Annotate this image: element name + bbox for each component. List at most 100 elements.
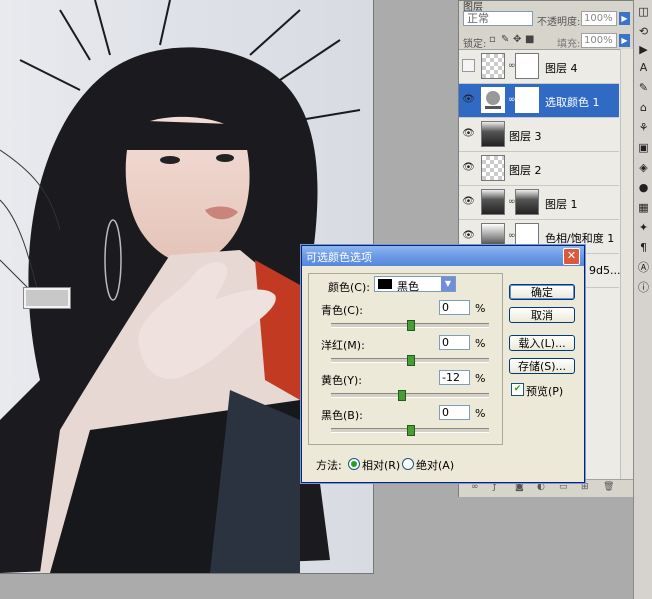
cyan-slider-thumb[interactable] [407,320,415,331]
dialog-titlebar[interactable]: 可选颜色选项 ✕ [302,246,584,266]
lock-position-icon[interactable]: ✥ [513,34,521,45]
opacity-input[interactable]: 100% [581,11,617,26]
layer-mask-thumbnail[interactable] [515,87,539,113]
magenta-input[interactable]: 0 [439,335,470,350]
load-button[interactable]: 载入(L)... [509,335,575,351]
opacity-label: 不透明度: [537,17,581,28]
link-layers-icon[interactable]: ∞ [471,482,479,492]
yellow-input[interactable]: -12 [439,370,470,385]
panel-dock: ◫ ⟲ ▶ A ✎ ⌂ ⚘ ▣ ◈ ● ▦ ✦ ¶ Ⓐ ⓘ [633,0,652,599]
new-layer-icon[interactable]: ⊞ [581,482,589,492]
styles-icon[interactable]: ✦ [636,220,651,235]
trash-icon[interactable]: 🗑 [603,482,614,492]
preview-label: 预览(P) [526,385,564,398]
info-icon[interactable]: ⓘ [636,280,651,295]
lock-image-icon[interactable]: ✎ [501,34,509,45]
history-icon[interactable]: ◫ [636,4,651,19]
black-input[interactable]: 0 [439,405,470,420]
relative-label: 相对(R) [362,459,401,472]
character-icon[interactable]: Ⓐ [636,260,651,275]
black-slider-thumb[interactable] [407,425,415,436]
magenta-label: 洋红(M): [321,339,365,352]
fill-label: 填充: [557,39,581,50]
magenta-slider-track[interactable] [331,355,489,366]
layer-name: 9d5... [589,264,621,277]
lock-label: 锁定: [463,39,487,50]
actions-icon[interactable]: ▶ [636,42,651,57]
fill-arrow-icon[interactable]: ▶ [619,34,630,47]
eye-icon[interactable]: 👁 [462,161,475,174]
layer-name: 图层 2 [509,164,542,177]
save-button[interactable]: 存储(S)... [509,358,575,374]
new-adjustment-icon[interactable]: ◐ [537,482,545,492]
visibility-toggle[interactable] [462,59,475,72]
layer-row[interactable]: ∞ 图层 4 [459,50,619,84]
black-unit: % [475,407,486,420]
magenta-unit: % [475,337,486,350]
layer-mask-thumbnail[interactable] [515,53,539,79]
fill-input[interactable]: 100% [581,33,617,48]
cyan-unit: % [475,302,486,315]
layer-name: 图层 1 [545,198,578,211]
layer-thumbnail [481,121,505,147]
layer-thumbnail [481,53,505,79]
yellow-unit: % [475,372,486,385]
relative-radio[interactable] [348,458,360,470]
clone-icon[interactable]: ⚘ [636,120,651,135]
adjustment-thumbnail [481,87,505,113]
paths-icon[interactable]: ⟲ [636,24,651,39]
method-label: 方法: [316,459,342,472]
black-label: 黑色(B): [321,409,363,422]
layer-comps-icon[interactable]: ▣ [636,140,651,155]
layer-name: 图层 3 [509,130,542,143]
paragraph-icon[interactable]: ¶ [636,240,651,255]
layers-panel-header: 图层 正常 不透明度: 100% ▶ 锁定: ▫ ✎ ✥ ■ 填充: 100% … [459,1,633,50]
absolute-radio[interactable] [402,458,414,470]
absolute-label: 绝对(A) [416,459,455,472]
layer-thumbnail [481,155,505,181]
eye-icon[interactable]: 👁 [462,195,475,208]
layer-name: 图层 4 [545,62,578,75]
layer-name: 色相/饱和度 1 [545,232,615,245]
yellow-slider-track[interactable] [331,390,489,401]
layer-style-icon[interactable]: ƒ [493,482,496,492]
layer-row[interactable]: 👁 ∞ 图层 1 [459,186,619,220]
eye-icon[interactable]: 👁 [462,93,475,106]
sliders-group: 青色(C): 0 % 洋红(M): 0 % 黄色(Y): -12 % 黑色(B)… [308,273,503,445]
layer-mask-thumbnail[interactable] [515,189,539,215]
layer-thumbnail [481,189,505,215]
blend-mode-select[interactable]: 正常 [463,11,533,26]
layer-row[interactable]: 👁 图层 2 [459,152,619,186]
tool-presets-icon[interactable]: ⌂ [636,100,651,115]
cyan-input[interactable]: 0 [439,300,470,315]
cyan-slider-track[interactable] [331,320,489,331]
selective-color-dialog: 可选颜色选项 ✕ 颜色(C): 黑色 ▼ 青色(C): 0 % 洋红(M): 0… [301,245,585,483]
lock-transparency-icon[interactable]: ▫ [489,34,496,45]
layers-scrollbar[interactable] [620,49,633,479]
preview-checkbox[interactable]: ✔ [511,383,524,396]
channels-icon[interactable]: ● [636,180,651,195]
layer-name: 选取颜色 1 [545,96,600,109]
add-mask-icon[interactable]: ◙ [515,482,524,492]
eye-icon[interactable]: 👁 [462,229,475,242]
eye-icon[interactable]: 👁 [462,127,475,140]
black-slider-track[interactable] [331,425,489,436]
opacity-arrow-icon[interactable]: ▶ [619,12,630,25]
cancel-button[interactable]: 取消 [509,307,575,323]
cyan-label: 青色(C): [321,304,363,317]
layer-row-selected[interactable]: 👁 ∞ 选取颜色 1 [459,84,619,118]
close-icon[interactable]: ✕ [563,248,580,265]
layers-icon[interactable]: ◈ [636,160,651,175]
type-icon[interactable]: A [636,60,651,75]
yellow-label: 黄色(Y): [321,374,363,387]
swatches-icon[interactable]: ▦ [636,200,651,215]
ok-button[interactable]: 确定 [509,284,575,300]
new-group-icon[interactable]: ▭ [559,482,568,492]
brush-icon[interactable]: ✎ [636,80,651,95]
selective-color-icon [485,91,501,109]
magenta-slider-thumb[interactable] [407,355,415,366]
yellow-slider-thumb[interactable] [397,390,406,401]
layer-row[interactable]: 👁 图层 3 [459,118,619,152]
lock-all-icon[interactable]: ■ [525,34,534,45]
selection-marquee[interactable] [23,287,71,309]
